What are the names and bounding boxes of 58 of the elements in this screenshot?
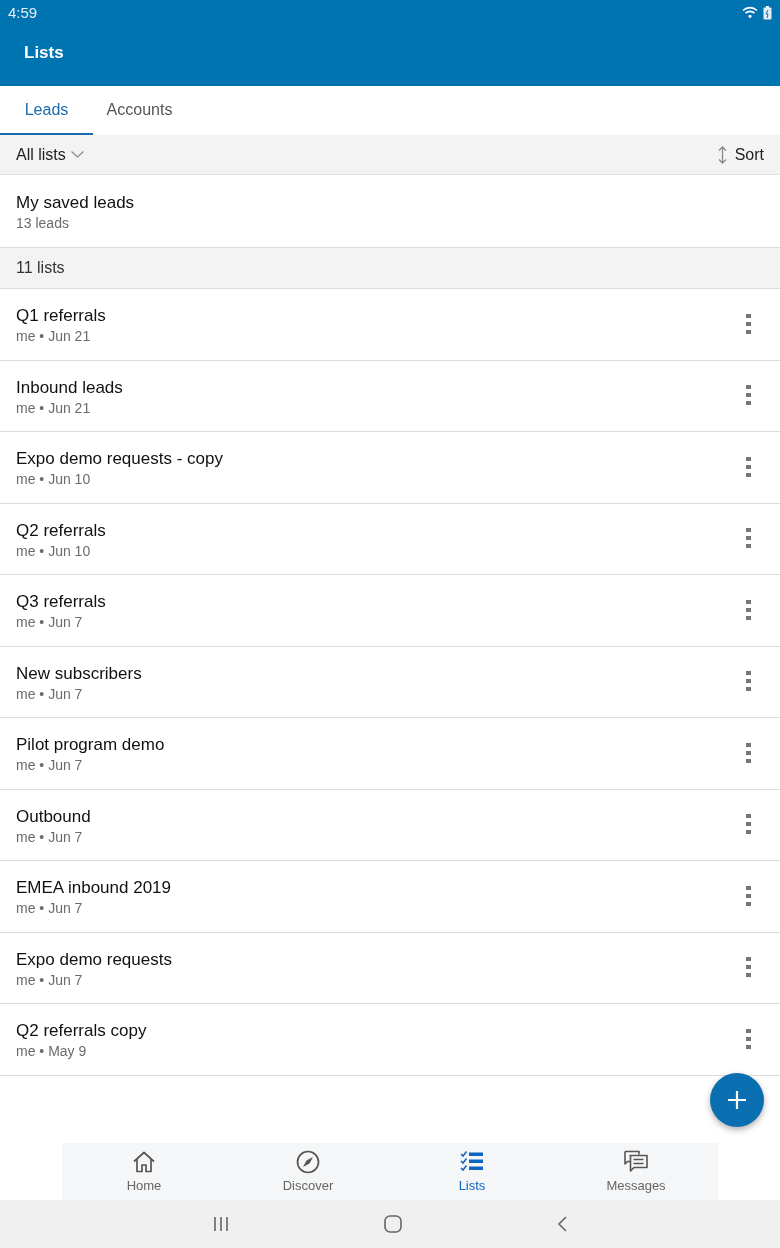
tab[interactable]: Accounts — [93, 86, 186, 135]
status-time: 4:59 — [8, 4, 38, 21]
list-meta: me • Jun 10 — [16, 541, 91, 561]
list-name[interactable]: Pilot program demo — [16, 734, 165, 757]
saved-leads-count: 13 leads — [16, 213, 69, 233]
chevron-down-icon — [70, 151, 84, 158]
more-options-icon[interactable] — [746, 957, 751, 978]
list-meta: me • Jun 7 — [16, 970, 83, 990]
list-name[interactable]: EMEA inbound 2019 — [16, 877, 171, 900]
wifi-icon — [742, 6, 758, 19]
sort-arrows-icon — [717, 145, 727, 164]
home-icon — [132, 1150, 156, 1174]
list-name[interactable]: Q2 referrals copy — [16, 1020, 147, 1043]
nav-item[interactable]: Lists — [390, 1143, 554, 1200]
list-name[interactable]: New subscribers — [16, 662, 142, 685]
list-name[interactable]: Q3 referrals — [16, 591, 106, 614]
list-name[interactable]: Q2 referrals — [16, 519, 106, 542]
list-meta: me • Jun 21 — [16, 327, 91, 347]
list-meta: me • Jun 7 — [16, 684, 83, 704]
list-meta: me • Jun 7 — [16, 756, 83, 776]
more-options-icon[interactable] — [746, 671, 751, 692]
add-button[interactable] — [710, 1073, 764, 1127]
more-options-icon[interactable] — [746, 814, 751, 835]
more-options-icon[interactable] — [746, 385, 751, 406]
sort-button[interactable]: Sort — [717, 145, 764, 164]
screen-title: Lists — [24, 42, 64, 63]
list-meta: me • Jun 10 — [16, 470, 91, 490]
checklist-icon — [460, 1150, 484, 1174]
more-options-icon[interactable] — [746, 456, 751, 477]
list-name[interactable]: Outbound — [16, 805, 91, 828]
list-name[interactable]: Inbound leads — [16, 376, 123, 399]
saved-leads-title[interactable]: My saved leads — [16, 191, 135, 214]
more-options-icon[interactable] — [746, 599, 751, 620]
compass-icon — [296, 1150, 320, 1174]
list-meta: me • Jun 7 — [16, 613, 83, 633]
home-button-icon[interactable] — [384, 1215, 402, 1233]
more-options-icon[interactable] — [746, 313, 751, 334]
nav-item[interactable]: Messages — [554, 1143, 718, 1200]
more-options-icon[interactable] — [746, 1028, 751, 1049]
more-options-icon[interactable] — [746, 885, 751, 906]
more-options-icon[interactable] — [746, 528, 751, 549]
recent-apps-icon[interactable] — [213, 1216, 229, 1232]
list-name[interactable]: Expo demo requests — [16, 948, 172, 971]
list-filter-dropdown[interactable]: All lists — [16, 145, 84, 164]
more-options-icon[interactable] — [746, 742, 751, 763]
back-icon[interactable] — [557, 1216, 567, 1232]
list-meta: me • May 9 — [16, 1042, 87, 1062]
list-meta: me • Jun 21 — [16, 398, 91, 418]
list-name[interactable]: Expo demo requests - copy — [16, 448, 223, 471]
battery-icon — [763, 5, 772, 20]
nav-item[interactable]: Discover — [226, 1143, 390, 1200]
list-name[interactable]: Q1 referrals — [16, 305, 106, 328]
list-meta: me • Jun 7 — [16, 827, 83, 847]
section-header: 11 lists — [0, 248, 780, 289]
chat-bubbles-icon — [624, 1150, 648, 1174]
nav-item[interactable]: Home — [62, 1143, 226, 1200]
list-meta: me • Jun 7 — [16, 899, 83, 919]
plus-icon — [728, 1091, 746, 1109]
